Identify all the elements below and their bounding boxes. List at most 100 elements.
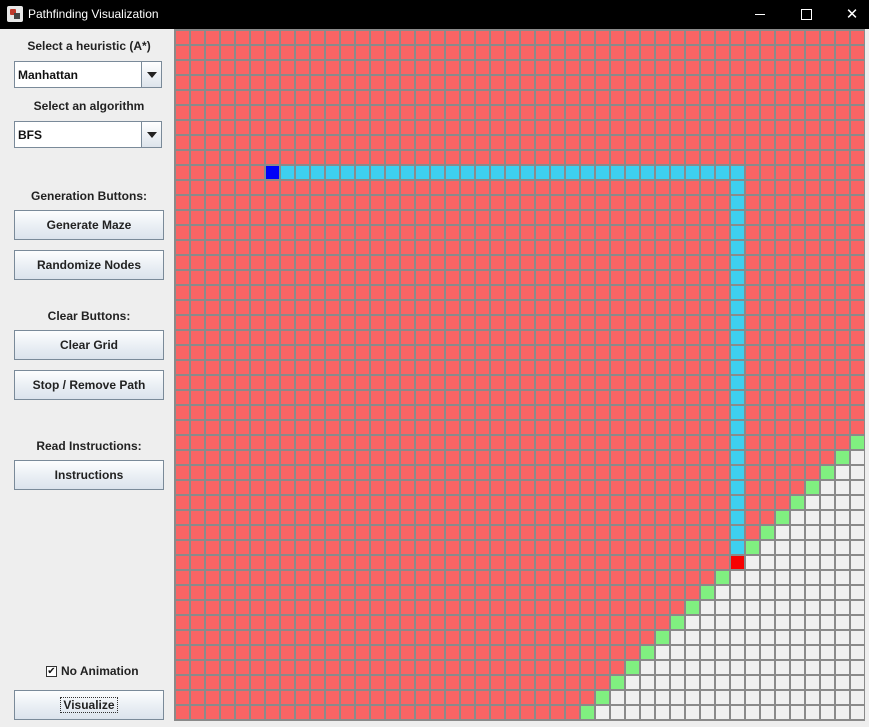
grid-cell-visited[interactable] — [685, 315, 700, 330]
grid-cell-visited[interactable] — [340, 45, 355, 60]
grid-cell-visited[interactable] — [190, 120, 205, 135]
grid-cell-visited[interactable] — [775, 480, 790, 495]
grid-cell-visited[interactable] — [220, 480, 235, 495]
grid-cell-visited[interactable] — [670, 510, 685, 525]
grid-cell-visited[interactable] — [235, 390, 250, 405]
grid-cell-visited[interactable] — [580, 270, 595, 285]
grid-cell-unvisited[interactable] — [790, 705, 805, 720]
grid-cell-visited[interactable] — [580, 210, 595, 225]
grid-cell-visited[interactable] — [655, 330, 670, 345]
grid-cell-visited[interactable] — [235, 330, 250, 345]
grid-cell-visited[interactable] — [280, 450, 295, 465]
grid-cell-path[interactable] — [310, 165, 325, 180]
grid-cell-visited[interactable] — [595, 45, 610, 60]
grid-cell-visited[interactable] — [190, 285, 205, 300]
grid-cell-visited[interactable] — [250, 660, 265, 675]
grid-cell-visited[interactable] — [730, 150, 745, 165]
grid-cell-visited[interactable] — [700, 225, 715, 240]
grid-cell-unvisited[interactable] — [850, 495, 865, 510]
grid-cell-visited[interactable] — [430, 555, 445, 570]
grid-cell-visited[interactable] — [820, 330, 835, 345]
grid-cell-visited[interactable] — [445, 330, 460, 345]
grid-cell-visited[interactable] — [850, 135, 865, 150]
grid-cell-visited[interactable] — [745, 510, 760, 525]
grid-cell-visited[interactable] — [775, 105, 790, 120]
grid-cell-visited[interactable] — [220, 75, 235, 90]
grid-cell-visited[interactable] — [460, 645, 475, 660]
grid-cell-visited[interactable] — [820, 360, 835, 375]
grid-cell-visited[interactable] — [505, 435, 520, 450]
grid-cell-visited[interactable] — [580, 435, 595, 450]
grid-cell-visited[interactable] — [640, 375, 655, 390]
grid-cell-visited[interactable] — [790, 375, 805, 390]
grid-cell-visited[interactable] — [370, 300, 385, 315]
grid-cell-visited[interactable] — [175, 285, 190, 300]
grid-cell-visited[interactable] — [610, 285, 625, 300]
grid-cell-path[interactable] — [325, 165, 340, 180]
grid-cell-path[interactable] — [670, 165, 685, 180]
grid-cell-visited[interactable] — [580, 360, 595, 375]
grid-cell-visited[interactable] — [550, 225, 565, 240]
grid-cell-visited[interactable] — [175, 645, 190, 660]
grid-cell-visited[interactable] — [640, 120, 655, 135]
grid-cell-visited[interactable] — [505, 315, 520, 330]
grid-cell-visited[interactable] — [280, 615, 295, 630]
grid-cell-unvisited[interactable] — [790, 540, 805, 555]
grid-cell-visited[interactable] — [355, 570, 370, 585]
grid-cell-visited[interactable] — [190, 510, 205, 525]
grid-cell-visited[interactable] — [490, 570, 505, 585]
grid-cell-visited[interactable] — [325, 585, 340, 600]
grid-cell-visited[interactable] — [790, 240, 805, 255]
grid-cell-visited[interactable] — [445, 90, 460, 105]
grid-cell-frontier[interactable] — [790, 495, 805, 510]
grid-cell-visited[interactable] — [775, 285, 790, 300]
grid-cell-unvisited[interactable] — [775, 630, 790, 645]
grid-cell-unvisited[interactable] — [610, 705, 625, 720]
grid-cell-visited[interactable] — [355, 240, 370, 255]
grid-cell-visited[interactable] — [610, 195, 625, 210]
grid-cell-visited[interactable] — [280, 300, 295, 315]
grid-cell-visited[interactable] — [280, 645, 295, 660]
grid-cell-visited[interactable] — [415, 75, 430, 90]
grid-cell-unvisited[interactable] — [775, 705, 790, 720]
grid-cell-visited[interactable] — [460, 660, 475, 675]
grid-cell-visited[interactable] — [505, 270, 520, 285]
grid-cell-visited[interactable] — [250, 690, 265, 705]
grid-cell-visited[interactable] — [370, 30, 385, 45]
grid-cell-path[interactable] — [715, 165, 730, 180]
grid-cell-visited[interactable] — [700, 555, 715, 570]
grid-cell-visited[interactable] — [595, 405, 610, 420]
grid-cell-visited[interactable] — [340, 705, 355, 720]
grid-cell-visited[interactable] — [520, 585, 535, 600]
grid-cell-visited[interactable] — [580, 315, 595, 330]
grid-cell-visited[interactable] — [580, 615, 595, 630]
grid-cell-visited[interactable] — [400, 345, 415, 360]
grid-cell-visited[interactable] — [400, 195, 415, 210]
grid-cell-unvisited[interactable] — [790, 510, 805, 525]
grid-cell-visited[interactable] — [220, 255, 235, 270]
grid-cell-visited[interactable] — [460, 315, 475, 330]
grid-cell-visited[interactable] — [175, 480, 190, 495]
grid-cell-unvisited[interactable] — [700, 630, 715, 645]
grid-cell-visited[interactable] — [625, 135, 640, 150]
grid-cell-visited[interactable] — [535, 660, 550, 675]
grid-cell-visited[interactable] — [385, 105, 400, 120]
grid-cell-visited[interactable] — [235, 75, 250, 90]
grid-cell-frontier[interactable] — [820, 465, 835, 480]
grid-cell-visited[interactable] — [370, 615, 385, 630]
grid-cell-frontier[interactable] — [610, 675, 625, 690]
grid-cell-visited[interactable] — [565, 285, 580, 300]
grid-cell-visited[interactable] — [355, 540, 370, 555]
grid-cell-unvisited[interactable] — [820, 480, 835, 495]
grid-cell-visited[interactable] — [295, 420, 310, 435]
grid-cell-visited[interactable] — [385, 450, 400, 465]
grid-cell-unvisited[interactable] — [805, 690, 820, 705]
grid-cell-visited[interactable] — [625, 150, 640, 165]
grid-cell-visited[interactable] — [640, 435, 655, 450]
grid-cell-unvisited[interactable] — [640, 690, 655, 705]
grid-cell-visited[interactable] — [565, 630, 580, 645]
grid-cell-visited[interactable] — [670, 390, 685, 405]
grid-cell-visited[interactable] — [625, 480, 640, 495]
grid-cell-visited[interactable] — [625, 390, 640, 405]
grid-cell-visited[interactable] — [625, 600, 640, 615]
